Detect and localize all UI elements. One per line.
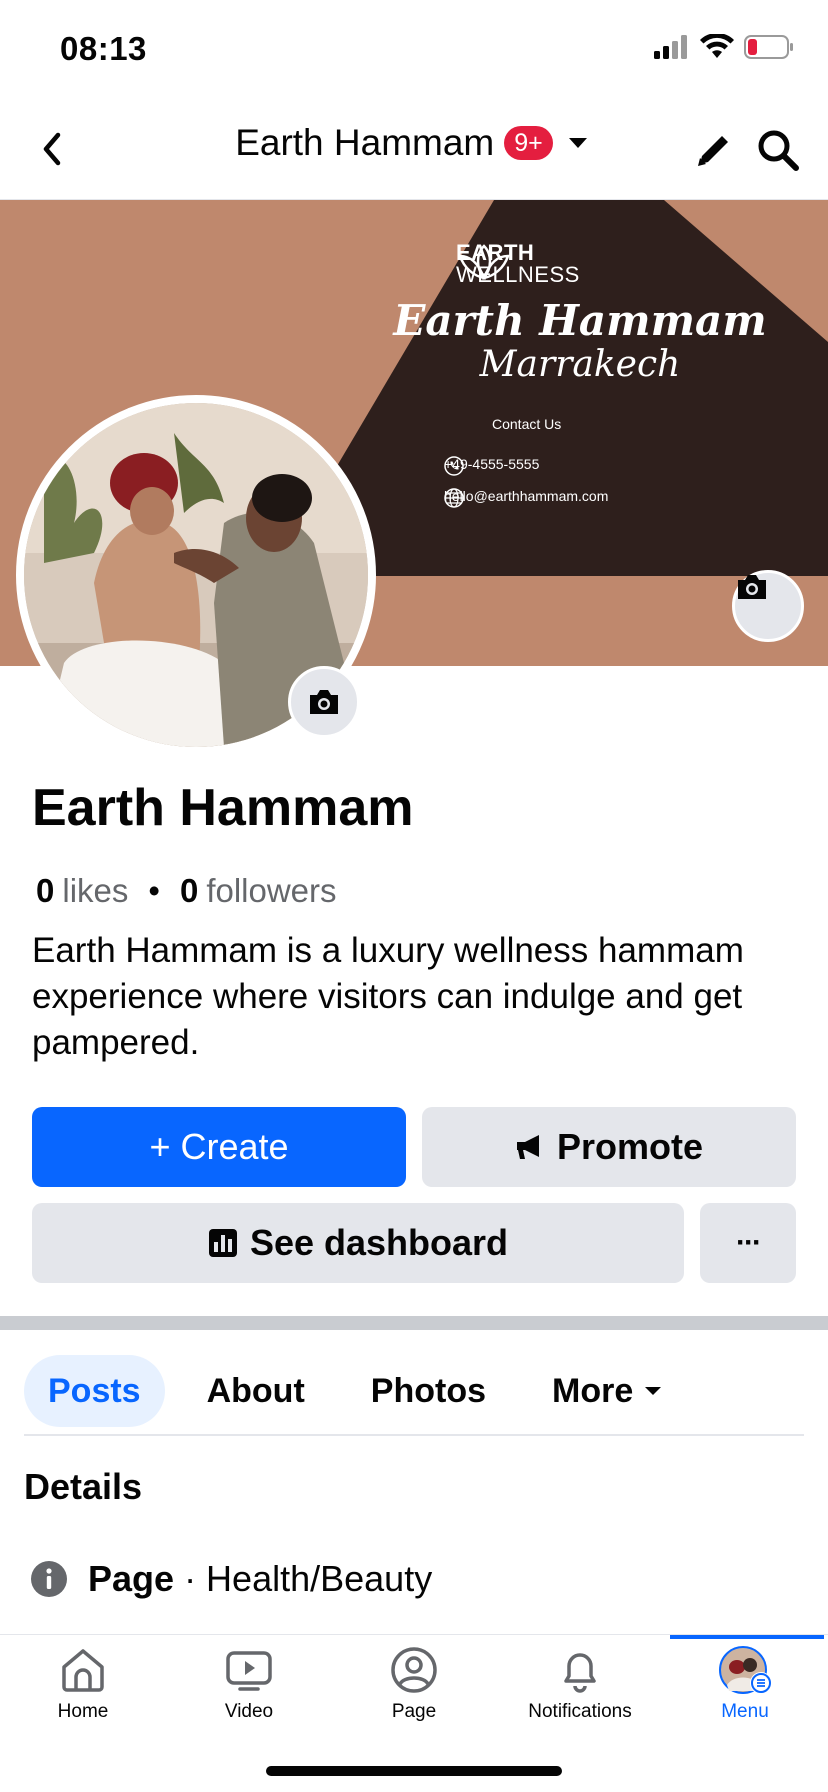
nav-home[interactable]: Home (0, 1645, 166, 1755)
pencil-icon (698, 136, 728, 166)
page-header: Earth Hammam 9+ (0, 100, 828, 200)
profile-stats: 0 likes • 0 followers (36, 872, 337, 910)
profile-name: Earth Hammam (32, 779, 414, 837)
tab-posts-label: Posts (48, 1371, 141, 1410)
tab-more-label: More (552, 1371, 634, 1410)
phone-icon (444, 456, 464, 476)
home-indicator[interactable] (266, 1766, 562, 1776)
details-category: · Health/Beauty (184, 1558, 433, 1599)
nav-home-label: Home (57, 1701, 109, 1722)
followers-count: 0 (179, 872, 199, 909)
lotus-icon (458, 244, 510, 281)
followers-label[interactable]: followers (206, 872, 336, 910)
notification-badge: 9+ (504, 126, 553, 160)
separator-dot: • (148, 872, 160, 909)
nav-notifications-label: Notifications (528, 1701, 632, 1722)
nav-notifications[interactable]: Notifications (497, 1645, 663, 1755)
promote-button[interactable]: Promote (422, 1107, 796, 1187)
status-icons (654, 34, 794, 60)
tab-about[interactable]: About (183, 1355, 329, 1427)
likes-label[interactable]: likes (62, 872, 128, 910)
tabs-divider (24, 1434, 804, 1436)
section-divider (0, 1316, 828, 1330)
create-button-label: + Create (149, 1126, 289, 1167)
menu-avatar-icon (719, 1646, 772, 1694)
page-icon (391, 1647, 437, 1693)
signal-icon (654, 35, 687, 59)
details-heading: Details (24, 1466, 143, 1507)
cover-brand: EARTH WELLNESS (456, 242, 580, 286)
cover-phone: +49-4555-5555 (444, 456, 539, 476)
cover-contact-title: Contact Us (492, 416, 562, 432)
tab-photos-label: Photos (370, 1371, 486, 1410)
status-bar: 08:13 (0, 0, 828, 100)
video-icon (226, 1651, 272, 1691)
dashboard-icon (208, 1229, 237, 1257)
see-dashboard-label: See dashboard (249, 1222, 509, 1263)
page-title: Earth Hammam (235, 122, 495, 163)
search-button[interactable] (754, 126, 802, 174)
profile-tabs: Posts About Photos More (24, 1346, 804, 1436)
edit-profile-picture-button[interactable] (288, 666, 360, 738)
caret-down-icon (563, 128, 593, 158)
bell-icon (564, 1653, 596, 1693)
wifi-icon (700, 34, 734, 58)
likes-count: 0 (36, 872, 55, 909)
active-tab-indicator (670, 1635, 824, 1639)
cover-subtitle: Marrakech (479, 344, 681, 385)
details-page-label: Page (88, 1558, 175, 1599)
create-button[interactable]: + Create (32, 1107, 406, 1187)
profile-bio: Earth Hammam is a luxury wellness hammam… (32, 931, 744, 1062)
edit-button[interactable] (690, 126, 738, 174)
megaphone-icon (516, 1135, 539, 1159)
nav-page-label: Page (391, 1701, 437, 1722)
more-options-button[interactable]: ··· (700, 1203, 796, 1283)
camera-icon (310, 690, 338, 714)
info-icon (31, 1561, 67, 1597)
tab-photos[interactable]: Photos (347, 1355, 510, 1427)
tab-about-label: About (206, 1371, 305, 1410)
nav-video[interactable]: Video (166, 1645, 332, 1755)
tab-more[interactable]: More (528, 1355, 687, 1427)
nav-menu-label: Menu (721, 1701, 769, 1722)
edit-cover-button[interactable] (732, 570, 804, 642)
cover-email-text: hello@earthhammam.com (444, 488, 609, 504)
nav-video-label: Video (224, 1701, 274, 1722)
globe-icon (444, 488, 464, 508)
promote-button-label: Promote (556, 1126, 704, 1167)
caret-down-icon (645, 1387, 662, 1395)
cover-email: hello@earthhammam.com (444, 488, 609, 508)
home-icon (62, 1649, 104, 1692)
nav-page[interactable]: Page (331, 1645, 497, 1755)
status-time: 08:13 (60, 30, 147, 67)
search-icon (758, 130, 799, 171)
tab-posts[interactable]: Posts (24, 1355, 165, 1427)
nav-menu[interactable]: Menu (662, 1645, 828, 1755)
cover-title: Earth Hammam (393, 296, 767, 345)
more-options-label: ··· (736, 1226, 762, 1259)
see-dashboard-button[interactable]: See dashboard (32, 1203, 684, 1283)
battery-icon (744, 35, 793, 59)
details-page-category: Page · Health/Beauty (30, 1558, 432, 1600)
camera-icon (738, 575, 766, 599)
